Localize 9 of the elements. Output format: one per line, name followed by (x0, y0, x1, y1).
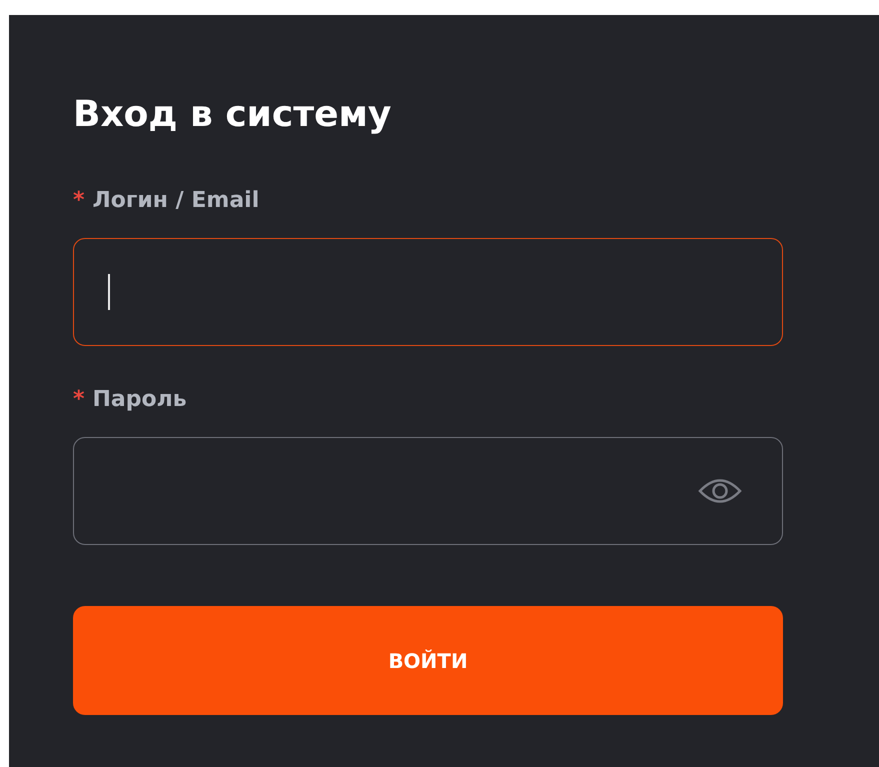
login-field[interactable] (73, 238, 783, 346)
password-field[interactable] (73, 437, 783, 545)
required-mark: * (73, 188, 85, 212)
field-label: Логин / Email (92, 188, 260, 212)
required-mark: * (73, 386, 85, 412)
field-label: Пароль (92, 386, 187, 412)
text-caret (108, 274, 110, 310)
login-title: Вход в систему (73, 93, 392, 137)
login-button[interactable]: ВОЙТИ (73, 606, 783, 715)
